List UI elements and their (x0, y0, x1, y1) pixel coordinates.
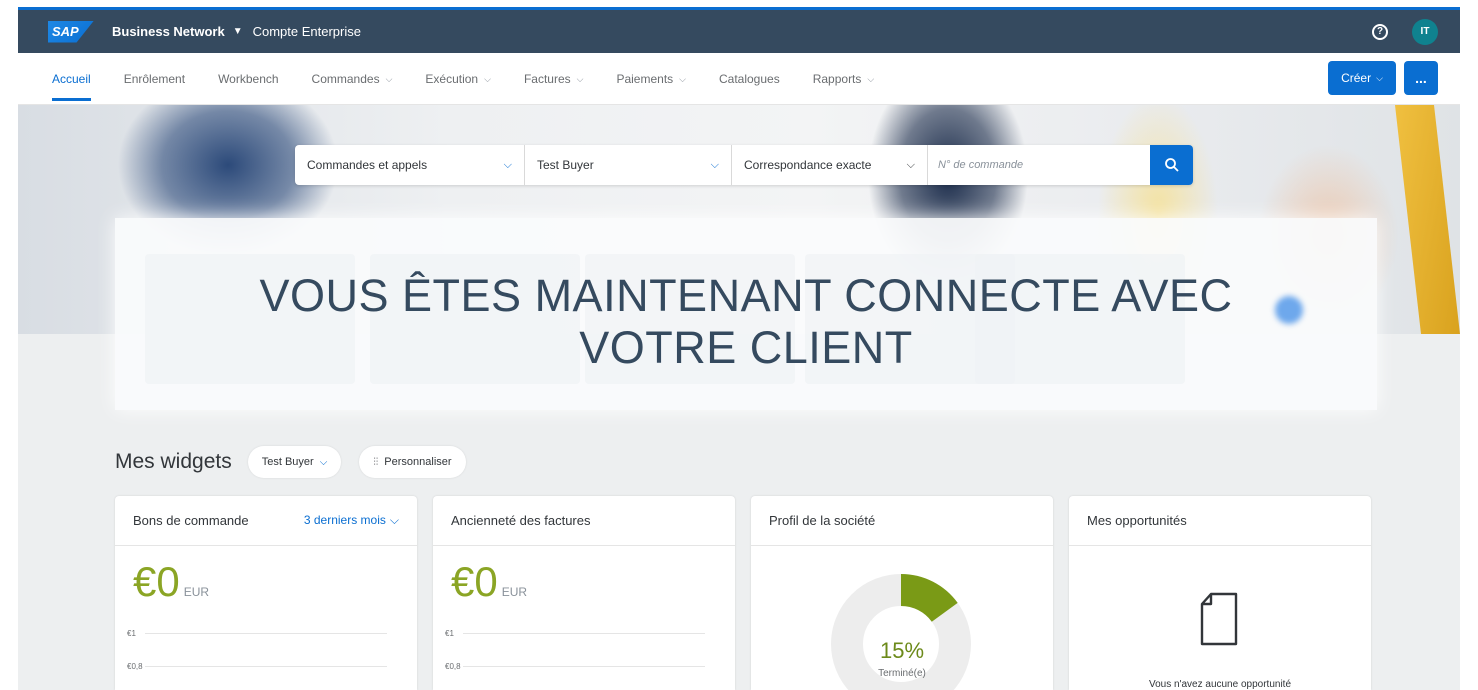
create-button[interactable]: Créer ⌵ (1328, 61, 1396, 95)
grid-line (463, 666, 705, 667)
period-select[interactable]: 3 derniers mois ⌵ (304, 513, 399, 528)
chevron-down-icon: ⌵ (710, 158, 719, 171)
shell-title[interactable]: Business Network (112, 24, 225, 39)
chevron-down-icon: ⌵ (319, 456, 328, 468)
match-select[interactable]: Correspondance exacte ⌵ (732, 145, 928, 185)
chevron-down-icon: ⌵ (389, 513, 399, 527)
chevron-down-icon: ⌵ (576, 73, 584, 84)
completion-label: Terminé(e) (878, 668, 926, 679)
shell-bar: SAP Business Network ▼ Compte Enterprise… (18, 7, 1460, 53)
search-bar: Commandes et appels ⌵ Test Buyer ⌵ Corre… (295, 145, 1193, 185)
sap-logo[interactable]: SAP (48, 20, 94, 43)
grid-line (145, 633, 387, 634)
nav-item-factures[interactable]: Factures ⌵ (524, 53, 584, 105)
grid-line (145, 666, 387, 667)
buyer-select[interactable]: Test Buyer ⌵ (525, 145, 732, 185)
widgets-header: Mes widgets Test Buyer ⌵ ⫶⫶ Personnalise… (115, 446, 484, 478)
connection-overlay: VOUS ÊTES MAINTENANT CONNECTE AVEC VOTRE… (115, 218, 1377, 410)
search-type-select[interactable]: Commandes et appels ⌵ (295, 145, 525, 185)
widget-purchase-orders: Bons de commande 3 derniers mois ⌵ €0 EUR… (115, 496, 417, 690)
nav-item-workbench[interactable]: Workbench (218, 53, 278, 105)
axis-tick-label: €1 (127, 629, 136, 638)
card-title: Profil de la société (769, 513, 876, 528)
widget-buyer-select[interactable]: Test Buyer ⌵ (247, 446, 342, 478)
amount-value[interactable]: €0 EUR (133, 558, 209, 606)
document-icon (1200, 592, 1238, 646)
axis-tick-label: €0,8 (445, 662, 461, 671)
order-number-input[interactable]: N° de commande (928, 145, 1150, 185)
nav-item-accueil[interactable]: Accueil (52, 53, 91, 105)
axis-tick-label: €1 (445, 629, 454, 638)
amount-value[interactable]: €0 EUR (451, 558, 527, 606)
widget-invoice-aging: Ancienneté des factures €0 EUR €1 €0,8 (433, 496, 735, 690)
axis-tick-label: €0,8 (127, 662, 143, 671)
chevron-down-icon: ⌵ (1376, 72, 1383, 83)
chevron-down-icon: ⌵ (503, 158, 512, 171)
nav-item-enrolement[interactable]: Enrôlement (124, 53, 185, 105)
top-strip (0, 0, 1478, 7)
card-title: Bons de commande (133, 513, 249, 528)
chevron-down-icon: ⌵ (385, 73, 393, 84)
help-icon[interactable]: ? (1372, 23, 1388, 40)
chevron-down-icon: ⌵ (867, 73, 875, 84)
nav-item-commandes[interactable]: Commandes ⌵ (312, 53, 393, 105)
chevron-down-icon: ⌵ (679, 73, 686, 84)
nav-item-rapports[interactable]: Rapports ⌵ (813, 53, 875, 105)
chevron-down-icon: ⌵ (906, 158, 915, 171)
widgets-title: Mes widgets (115, 450, 232, 473)
main-nav: Accueil Enrôlement Workbench Commandes ⌵ … (18, 53, 1460, 105)
widget-opportunities: Mes opportunités Vous n'avez aucune oppo… (1069, 496, 1371, 690)
account-label: Compte Enterprise (252, 24, 361, 39)
nav-item-catalogues[interactable]: Catalogues (719, 53, 780, 105)
customize-button[interactable]: ⫶⫶ Personnaliser (359, 446, 466, 478)
search-icon (1164, 158, 1179, 172)
chevron-down-icon[interactable]: ▼ (233, 26, 243, 37)
nav-item-execution[interactable]: Exécution ⌵ (425, 53, 491, 105)
completion-percent: 15% (879, 638, 925, 663)
card-title: Mes opportunités (1087, 513, 1187, 528)
sliders-icon: ⫶⫶ (373, 456, 379, 468)
chevron-down-icon: ⌵ (484, 73, 491, 84)
grid-line (463, 633, 705, 634)
card-title: Ancienneté des factures (451, 513, 591, 528)
more-actions-button[interactable]: ... (1404, 61, 1438, 95)
search-button[interactable] (1150, 145, 1193, 185)
connection-message: VOUS ÊTES MAINTENANT CONNECTE AVEC VOTRE… (259, 270, 1233, 373)
empty-state-text: Vous n'avez aucune opportunité (1148, 679, 1292, 690)
avatar[interactable]: IT (1412, 18, 1438, 45)
widget-company-profile[interactable]: Profil de la société 15% Terminé(e) (751, 496, 1053, 690)
nav-item-paiements[interactable]: Paiements ⌵ (616, 53, 686, 105)
